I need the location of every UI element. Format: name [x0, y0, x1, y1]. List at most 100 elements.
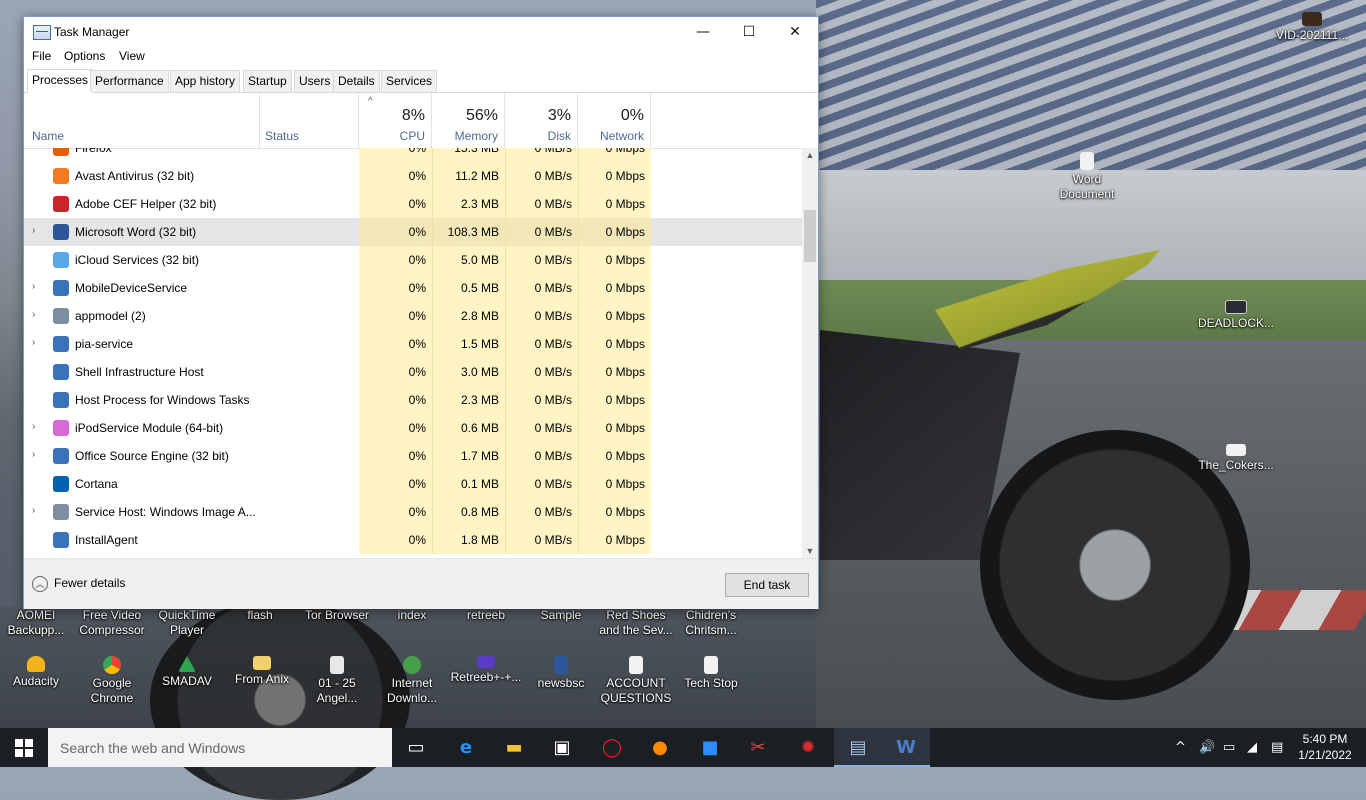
desktop-icon-quicktime[interactable]: QuickTime Player: [149, 608, 225, 638]
maximize-button[interactable]: ☐: [726, 17, 772, 47]
desktop-icon-flash[interactable]: flash: [222, 608, 298, 623]
desktop-icon-deadlock[interactable]: DEADLOCK...: [1198, 300, 1274, 331]
process-cpu: 0%: [359, 414, 432, 442]
menu-options[interactable]: Options: [64, 49, 105, 63]
process-row[interactable]: Adobe CEF Helper (32 bit) 0% 2.3 MB 0 MB/s 0…: [24, 190, 802, 218]
process-row[interactable]: Cortana 0% 0.1 MB 0 MB/s 0 Mbps: [24, 470, 802, 498]
clock[interactable]: 5:40 PM 1/21/2022: [1294, 731, 1356, 763]
tab-processes[interactable]: Processes: [27, 69, 94, 93]
process-name: iCloud Services (32 bit): [75, 253, 200, 267]
expand-chevron-icon[interactable]: ›: [32, 421, 35, 432]
desktop-icon-free-video-compressor[interactable]: Free Video Compressor: [74, 608, 150, 638]
process-row[interactable]: › Service Host: Windows Image A... 0% 0.8 M…: [24, 498, 802, 526]
process-row[interactable]: iCloud Services (32 bit) 0% 5.0 MB 0 MB/s 0 …: [24, 246, 802, 274]
vertical-scrollbar[interactable]: ▲ ▼: [802, 148, 818, 558]
word-taskbar-icon[interactable]: W: [882, 728, 930, 767]
expand-chevron-icon[interactable]: ›: [32, 281, 35, 292]
scroll-up-arrow-icon[interactable]: ▲: [802, 148, 818, 162]
process-row[interactable]: Avast Antivirus (32 bit) 0% 11.2 MB 0 MB/s 0…: [24, 162, 802, 190]
search-box[interactable]: Search the web and Windows: [48, 728, 392, 767]
tab-app-history[interactable]: App history: [170, 70, 241, 92]
column-status[interactable]: Status: [259, 93, 359, 148]
desktop-icon-retreeb-video[interactable]: Retreeb+-+...: [448, 656, 524, 685]
title-bar[interactable]: Task Manager — ☐ ✕: [24, 17, 818, 47]
network-icon[interactable]: ◢: [1247, 728, 1257, 767]
tab-performance[interactable]: Performance: [90, 70, 169, 92]
process-row[interactable]: › Office Source Engine (32 bit) 0% 1.7 MB 0 …: [24, 442, 802, 470]
column-name[interactable]: Name: [24, 93, 260, 148]
process-row[interactable]: › MobileDeviceService 0% 0.5 MB 0 MB/s 0 Mbps: [24, 274, 802, 302]
fewer-details-button[interactable]: ︿ Fewer details: [32, 576, 125, 592]
desktop-icon-sample[interactable]: Sample: [523, 608, 599, 623]
process-row[interactable]: Firefox 0% 15.3 MB 0 MB/s 0 Mbps: [24, 148, 802, 162]
task-manager-window: Task Manager — ☐ ✕ File Options View Pro…: [23, 16, 819, 609]
expand-chevron-icon[interactable]: ›: [32, 449, 35, 460]
process-row[interactable]: › pia-service 0% 1.5 MB 0 MB/s 0 Mbps: [24, 330, 802, 358]
task-manager-taskbar-icon[interactable]: ▤: [834, 728, 882, 767]
menu-file[interactable]: File: [32, 49, 51, 63]
tab-users[interactable]: Users: [294, 70, 336, 92]
file-explorer-icon[interactable]: ▬: [490, 728, 538, 767]
desktop-icon-newsbsc[interactable]: newsbsc: [523, 656, 599, 691]
game-icon[interactable]: ✹: [784, 728, 832, 767]
window-icon: [53, 448, 69, 464]
desktop-icon-retreeb[interactable]: retreeb: [448, 608, 524, 623]
desktop-icon-index[interactable]: index: [374, 608, 450, 623]
desktop-icon-account-questions[interactable]: ACCOUNT QUESTIONS: [598, 656, 674, 706]
process-row[interactable]: › Microsoft Word (32 bit) 0% 108.3 MB 0 MB/s…: [24, 218, 802, 246]
zoom-icon[interactable]: ■: [686, 728, 734, 767]
tab-details[interactable]: Details: [333, 70, 380, 92]
edge-icon[interactable]: e: [442, 728, 490, 767]
desktop-icon-smadav[interactable]: SMADAV: [149, 656, 225, 689]
process-row[interactable]: › iPodService Module (64-bit) 0% 0.6 MB 0 MB…: [24, 414, 802, 442]
column-disk[interactable]: 3% Disk: [505, 93, 578, 148]
desktop-icon-from-anix[interactable]: From Anix: [224, 656, 300, 687]
process-memory: 2.3 MB: [432, 386, 505, 414]
notifications-icon[interactable]: ▤: [1271, 728, 1283, 767]
opera-icon[interactable]: ◯: [588, 728, 636, 767]
desktop-icon-word-document[interactable]: Word Document: [1049, 152, 1125, 202]
start-button[interactable]: [0, 728, 48, 767]
tab-startup[interactable]: Startup: [243, 70, 292, 92]
battery-icon[interactable]: ▭: [1223, 728, 1235, 767]
scrollbar-thumb[interactable]: [804, 210, 816, 262]
volume-icon[interactable]: 🔊: [1199, 728, 1215, 767]
expand-chevron-icon[interactable]: ›: [32, 225, 35, 236]
expand-chevron-icon[interactable]: ›: [32, 337, 35, 348]
desktop-icon-childrens-christmas[interactable]: Chidren's Chritsm...: [673, 608, 749, 638]
menu-view[interactable]: View: [119, 49, 145, 63]
desktop-icon-audacity[interactable]: Audacity: [0, 656, 74, 689]
show-hidden-icons-chevron-icon[interactable]: ^: [1175, 728, 1186, 767]
desktop-icon-internet-download-manager[interactable]: Internet Downlo...: [374, 656, 450, 706]
process-row[interactable]: InstallAgent 0% 1.8 MB 0 MB/s 0 Mbps: [24, 526, 802, 554]
process-network: 0 Mbps: [578, 526, 651, 554]
desktop-icon-google-chrome[interactable]: Google Chrome: [74, 656, 150, 706]
windows-logo-icon: [15, 739, 33, 757]
gear-icon: [53, 308, 69, 324]
desktop-icon-red-shoes[interactable]: Red Shoes and the Sev...: [598, 608, 674, 638]
close-button[interactable]: ✕: [772, 17, 818, 47]
process-row[interactable]: Shell Infrastructure Host 0% 3.0 MB 0 MB/s 0…: [24, 358, 802, 386]
end-task-button[interactable]: End task: [725, 573, 809, 597]
clock-date: 1/21/2022: [1298, 748, 1352, 762]
expand-chevron-icon[interactable]: ›: [32, 505, 35, 516]
expand-chevron-icon[interactable]: ›: [32, 309, 35, 320]
column-memory[interactable]: 56% Memory: [432, 93, 505, 148]
column-network[interactable]: 0% Network: [578, 93, 651, 148]
store-icon[interactable]: ▣: [538, 728, 586, 767]
desktop-icon-angel[interactable]: 01 - 25 Angel...: [299, 656, 375, 706]
desktop-icon-tech-stop[interactable]: Tech Stop: [673, 656, 749, 691]
column-cpu[interactable]: 8% CPU: [359, 93, 432, 148]
process-row[interactable]: › appmodel (2) 0% 2.8 MB 0 MB/s 0 Mbps: [24, 302, 802, 330]
scroll-down-arrow-icon[interactable]: ▼: [802, 544, 818, 558]
desktop-icon-cokers[interactable]: The_Cokers...: [1198, 444, 1274, 473]
desktop-icon-tor-browser[interactable]: Tor Browser: [299, 608, 375, 623]
process-row[interactable]: Host Process for Windows Tasks 0% 2.3 MB 0 …: [24, 386, 802, 414]
desktop-icon-aomei[interactable]: AOMEI Backupp...: [0, 608, 74, 638]
task-view-icon[interactable]: ▭: [392, 728, 440, 767]
firefox-icon[interactable]: ●: [636, 728, 684, 767]
snipping-icon[interactable]: ✂: [734, 728, 782, 767]
minimize-button[interactable]: —: [680, 17, 726, 47]
desktop-icon-video[interactable]: VID-202111...: [1274, 12, 1350, 43]
tab-services[interactable]: Services: [381, 70, 438, 92]
